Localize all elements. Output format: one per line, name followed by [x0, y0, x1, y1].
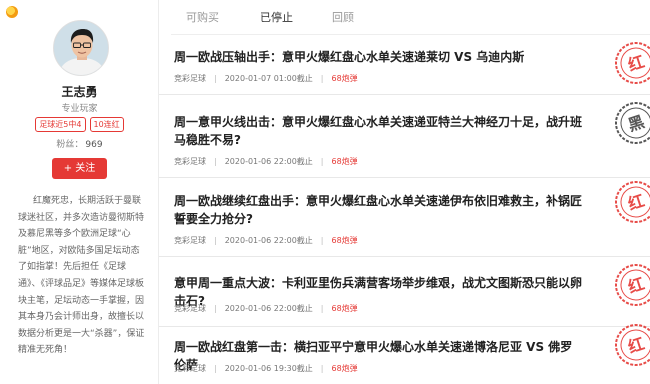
article-category: 竞彩足球 [174, 157, 206, 166]
fans-count: 粉丝： 969 [0, 137, 159, 150]
svg-text:黑: 黑 [626, 112, 647, 135]
loss-stamp-icon: 黑 [615, 102, 650, 144]
article-item[interactable]: 周一意甲火线出击：意甲火爆红盘心水单关速递亚特兰大神经刀十足，战升班马稳胜不易?… [159, 95, 650, 178]
separator: | [320, 364, 324, 373]
article-meta: 竞彩足球 | 2020-01-06 22:00截止 | 68炮弹 [174, 156, 358, 167]
avatar-image [54, 21, 108, 75]
article-price: 68炮弹 [331, 236, 358, 245]
badge-group: 足球近5中4 10连红 [0, 117, 159, 132]
article-price: 68炮弹 [331, 364, 358, 373]
article-deadline: 2020-01-06 22:00截止 [224, 304, 313, 313]
article-price: 68炮弹 [331, 304, 358, 313]
svg-text:红: 红 [626, 52, 647, 75]
svg-text:红: 红 [626, 334, 647, 357]
separator: | [214, 304, 217, 313]
article-meta: 竞彩足球 | 2020-01-07 01:00截止 | 68炮弹 [174, 73, 358, 84]
separator: | [214, 157, 217, 166]
win-stamp-icon: 红 [615, 181, 650, 223]
separator: | [214, 236, 217, 245]
article-category: 竞彩足球 [174, 236, 206, 245]
article-deadline: 2020-01-06 22:00截止 [224, 236, 313, 245]
article-deadline: 2020-01-07 01:00截止 [224, 74, 313, 83]
article-title[interactable]: 周一欧战压轴出手：意甲火爆红盘心水单关速递莱切 VS 乌迪内斯 [174, 48, 584, 66]
separator: | [320, 236, 324, 245]
separator: | [320, 304, 324, 313]
profile-panel: 王志勇 专业玩家 足球近5中4 10连红 粉丝： 969 + 关注 红魔死忠，长期… [0, 0, 159, 384]
article-title[interactable]: 周一意甲火线出击：意甲火爆红盘心水单关速递亚特兰大神经刀十足，战升班马稳胜不易? [174, 113, 584, 149]
article-price: 68炮弹 [331, 74, 358, 83]
article-title[interactable]: 周一欧战继续红盘出手：意甲火爆红盘心水单关速递伊布依旧难救主，补锅匠誓要全力抢分… [174, 192, 584, 228]
article-item[interactable]: 意甲周一重点大波：卡利亚里伤兵满营客场举步维艰，战尤文图斯恐只能以卵击石? 竞彩… [159, 257, 650, 327]
tab-purchasable[interactable]: 可购买 [186, 9, 219, 25]
separator: | [214, 364, 217, 373]
article-item[interactable]: 周一欧战继续红盘出手：意甲火爆红盘心水单关速递伊布依旧难救主，补锅匠誓要全力抢分… [159, 178, 650, 257]
article-meta: 竞彩足球 | 2020-01-06 22:00截止 | 68炮弹 [174, 235, 358, 246]
win-stamp-icon: 红 [615, 264, 650, 306]
tab-bar: 可购买 已停止 回顾 [171, 0, 650, 35]
article-meta: 竞彩足球 | 2020-01-06 22:00截止 | 68炮弹 [174, 303, 358, 314]
article-category: 竞彩足球 [174, 304, 206, 313]
logo-icon [6, 6, 18, 18]
article-item[interactable]: 周一欧战红盘第一击：横扫亚平宁意甲火爆心水单关速递博洛尼亚 VS 佛罗伦萨 竞彩… [159, 324, 650, 384]
article-meta: 竞彩足球 | 2020-01-06 19:30截止 | 68炮弹 [174, 363, 358, 374]
streak-badge: 10连红 [89, 117, 124, 132]
article-deadline: 2020-01-06 19:30截止 [224, 364, 313, 373]
win-stamp-icon: 红 [615, 42, 650, 84]
tab-stopped[interactable]: 已停止 [260, 9, 293, 25]
user-bio: 红魔死忠，长期活跃于曼联球迷社区，并多次造访曼彻斯特及慕尼黑等多个欧洲足球“心脏… [18, 196, 145, 356]
article-category: 竞彩足球 [174, 74, 206, 83]
svg-text:红: 红 [626, 274, 647, 297]
username: 王志勇 [61, 85, 98, 99]
avatar[interactable] [53, 20, 109, 76]
follow-button[interactable]: + 关注 [52, 158, 107, 179]
article-item[interactable]: 周一欧战压轴出手：意甲火爆红盘心水单关速递莱切 VS 乌迪内斯 竞彩足球 | 2… [159, 35, 650, 95]
separator: | [214, 74, 217, 83]
fans-number: 969 [85, 140, 103, 150]
svg-text:红: 红 [626, 191, 647, 214]
tab-review[interactable]: 回顾 [332, 9, 354, 25]
article-category: 竞彩足球 [174, 364, 206, 373]
user-role: 专业玩家 [61, 104, 98, 114]
article-deadline: 2020-01-06 22:00截止 [224, 157, 313, 166]
fans-label: 粉丝： [56, 140, 84, 150]
separator: | [320, 157, 324, 166]
record-badge: 足球近5中4 [35, 117, 86, 132]
article-price: 68炮弹 [331, 157, 358, 166]
separator: | [320, 74, 324, 83]
